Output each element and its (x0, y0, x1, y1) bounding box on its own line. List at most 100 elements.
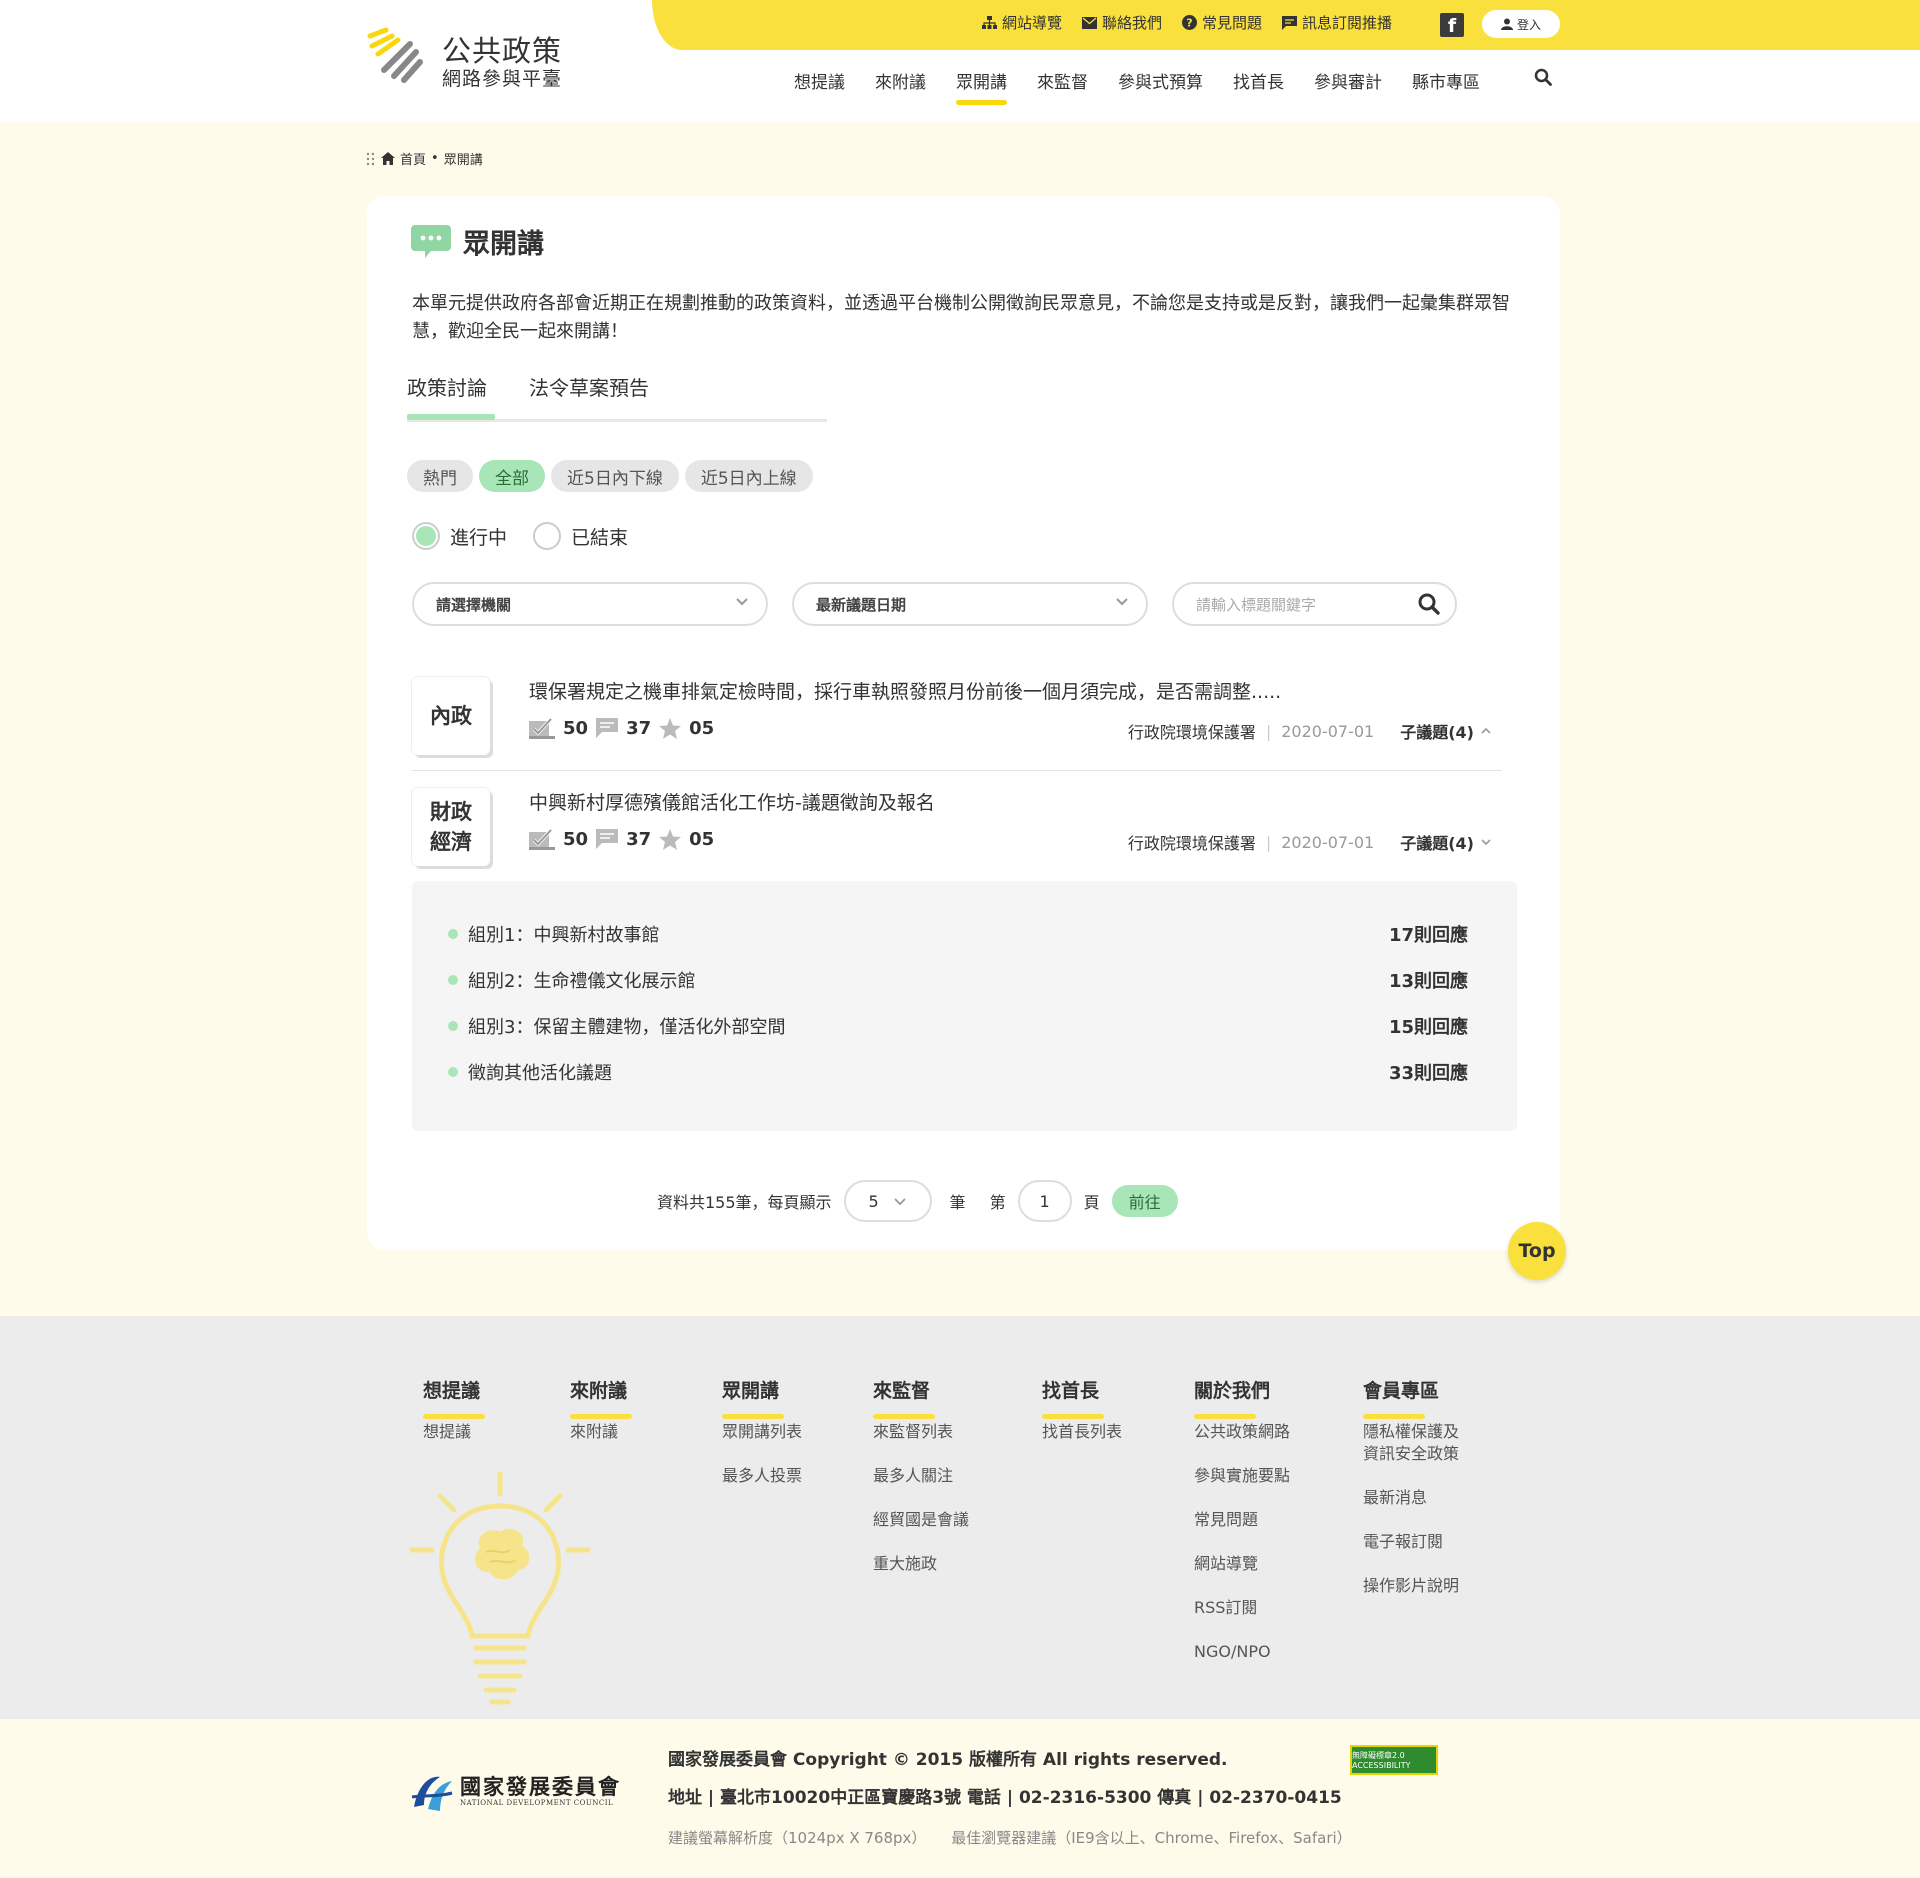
browser-note: 建議螢幕解析度（1024px X 768px） 最佳瀏覽器建議（IE9含以上、C… (668, 1827, 1372, 1848)
footer-link[interactable]: 想提議 (423, 1421, 480, 1443)
sort-select[interactable]: 最新議題日期 (792, 582, 1148, 626)
footer-link[interactable]: 經貿國是會議 (873, 1509, 969, 1531)
footer-link[interactable]: 最新消息 (1363, 1487, 1459, 1509)
filter-hot[interactable]: 熱門 (407, 460, 473, 492)
footer-heading[interactable]: 找首長 (1042, 1376, 1122, 1419)
filter-new[interactable]: 近5日內上線 (684, 460, 813, 492)
footer-link[interactable]: 隱私權保護及 資訊安全政策 (1363, 1421, 1459, 1465)
filter-closing-soon[interactable]: 近5日內下線 (551, 460, 679, 492)
topic-date: 2020-07-01 (1281, 721, 1375, 741)
subtopic-row[interactable]: 組別3：保留主體建物，僅活化外部空間 15則回應 (448, 1011, 1468, 1041)
faq-link[interactable]: ? 常見問題 (1182, 12, 1262, 33)
comment-icon (596, 718, 619, 738)
nav-propose[interactable]: 想提議 (794, 68, 845, 93)
footer-link[interactable]: 最多人關注 (873, 1465, 969, 1487)
back-to-top-button[interactable]: Top (1508, 1222, 1566, 1280)
footer-link[interactable]: 參與實施要點 (1194, 1465, 1290, 1487)
subtopic-toggle[interactable]: 子議題(4) (1400, 830, 1492, 854)
search-icon[interactable] (1534, 68, 1552, 86)
breadcrumb-separator: • (431, 151, 439, 166)
grip-icon (366, 152, 375, 165)
per-page-unit: 筆 (949, 1193, 966, 1212)
filter-all[interactable]: 全部 (479, 460, 545, 492)
footer-link[interactable]: 眾開講列表 (722, 1421, 802, 1443)
star-count: 05 (689, 717, 715, 739)
footer-heading[interactable]: 來附議 (570, 1376, 633, 1419)
topic-meta: 行政院環境保護署 | 2020-07-01 子議題(4) (1128, 719, 1492, 743)
subtopic-name: 組別1：中興新村故事館 (468, 925, 660, 946)
subtopic-row[interactable]: 組別1：中興新村故事館 17則回應 (448, 919, 1468, 949)
footer-link[interactable]: RSS訂閱 (1194, 1597, 1290, 1619)
footer-link[interactable]: 電子報訂閱 (1363, 1531, 1459, 1553)
footer-link[interactable]: NGO/NPO (1194, 1641, 1290, 1663)
logo-mark-icon (367, 27, 423, 83)
topic-item[interactable]: 財政 經濟 中興新村厚德殯儀館活化工作坊-議題徵詢及報名 50 37 05 行政院… (412, 788, 1502, 873)
tab-bar: 政策討論 法令草案預告 (407, 372, 827, 422)
footer-link[interactable]: 最多人投票 (722, 1465, 802, 1487)
svg-text:?: ? (1186, 17, 1192, 30)
nav-audit[interactable]: 參與審計 (1314, 68, 1382, 93)
category-line-1: 財政 (430, 800, 472, 824)
radio-ongoing-label: 進行中 (450, 526, 508, 549)
meta-separator: | (1265, 721, 1272, 741)
search-icon[interactable] (1417, 592, 1441, 616)
chevron-down-icon (736, 598, 748, 606)
footer-link[interactable]: 來監督列表 (873, 1421, 969, 1443)
user-icon (1500, 18, 1513, 30)
subtopic-row[interactable]: 組別2：生命禮儀文化展示館 13則回應 (448, 965, 1468, 995)
subscribe-link[interactable]: 訊息訂閱推播 (1282, 12, 1392, 33)
home-icon (381, 152, 395, 165)
footer-heading[interactable]: 來監督 (873, 1376, 969, 1419)
footer-heading[interactable]: 關於我們 (1194, 1376, 1290, 1419)
footer-link[interactable]: 找首長列表 (1042, 1421, 1122, 1443)
topic-title[interactable]: 中興新村厚德殯儀館活化工作坊-議題徵詢及報名 (529, 788, 935, 815)
mail-icon (1082, 16, 1098, 29)
topic-item[interactable]: 內政 環保署規定之機車排氣定檢時間，採行車執照發照月份前後一個月須完成，是否需調… (412, 677, 1502, 762)
footer-link[interactable]: 公共政策網路 (1194, 1421, 1290, 1443)
subtopic-row[interactable]: 徵詢其他活化議題 33則回應 (448, 1057, 1468, 1087)
nav-find-leader[interactable]: 找首長 (1233, 68, 1284, 93)
footer-link[interactable]: 網站導覽 (1194, 1553, 1290, 1575)
footer-heading[interactable]: 會員專區 (1363, 1376, 1459, 1419)
chevron-up-icon (1481, 727, 1491, 734)
page-number-input[interactable]: 1 (1017, 1180, 1072, 1222)
radio-ongoing-dot[interactable] (412, 522, 440, 550)
topic-title[interactable]: 環保署規定之機車排氣定檢時間，採行車執照發照月份前後一個月須完成，是否需調整..… (529, 677, 1281, 704)
nav-supervise[interactable]: 來監督 (1037, 68, 1088, 93)
go-button[interactable]: 前往 (1111, 1185, 1178, 1217)
copyright-text: 國家發展委員會 Copyright © 2015 版權所有 All rights… (668, 1750, 1228, 1770)
accessibility-badge[interactable]: 無障礙標章2.0 ACCESSIBILITY (1350, 1745, 1438, 1775)
tab-policy-discussion[interactable]: 政策討論 (407, 372, 495, 420)
keyword-search-input[interactable]: 請輸入標題關鍵字 (1172, 582, 1457, 626)
subtopic-toggle[interactable]: 子議題(4) (1400, 719, 1492, 743)
nav-participatory-budget[interactable]: 參與式預算 (1118, 68, 1203, 93)
tab-draft-announcement[interactable]: 法令草案預告 (529, 372, 649, 401)
category-badge-text: 財政 經濟 (430, 797, 472, 857)
radio-ended[interactable]: 已結束 (533, 522, 628, 550)
nav-endorse[interactable]: 來附議 (875, 68, 926, 93)
footer-heading[interactable]: 眾開講 (722, 1376, 802, 1419)
subtopic-name: 組別3：保留主體建物，僅活化外部空間 (468, 1017, 786, 1038)
meta-separator: | (1265, 832, 1272, 852)
facebook-icon[interactable]: f (1440, 13, 1464, 37)
content-card: 眾開講 本單元提供政府各部會近期正在規劃推動的政策資料，並透過平台機制公開徵詢民… (367, 196, 1560, 1250)
login-button[interactable]: 登入 (1482, 10, 1560, 38)
sitemap-link[interactable]: 網站導覽 (982, 12, 1062, 33)
footer-link[interactable]: 重大施政 (873, 1553, 969, 1575)
footer-link[interactable]: 常見問題 (1194, 1509, 1290, 1531)
footer-link[interactable]: 操作影片說明 (1363, 1575, 1459, 1597)
footer-link[interactable]: 來附議 (570, 1421, 627, 1443)
footer-heading[interactable]: 想提議 (423, 1376, 486, 1419)
radio-ongoing[interactable]: 進行中 (412, 522, 507, 550)
agency-select[interactable]: 請選擇機關 (412, 582, 768, 626)
sort-select-value: 最新議題日期 (816, 595, 907, 614)
resolution-note: 建議螢幕解析度（1024px X 768px） (668, 1829, 927, 1847)
nav-discuss[interactable]: 眾開講 (956, 68, 1007, 105)
breadcrumb-home[interactable]: 首頁 (400, 149, 426, 168)
per-page-select[interactable]: 5 (843, 1180, 932, 1222)
radio-ended-dot[interactable] (533, 522, 562, 550)
star-count: 05 (689, 828, 715, 850)
topic-meta: 行政院環境保護署 | 2020-07-01 子議題(4) (1128, 830, 1492, 854)
contact-link[interactable]: 聯絡我們 (1082, 12, 1162, 33)
nav-county[interactable]: 縣市專區 (1412, 68, 1480, 93)
